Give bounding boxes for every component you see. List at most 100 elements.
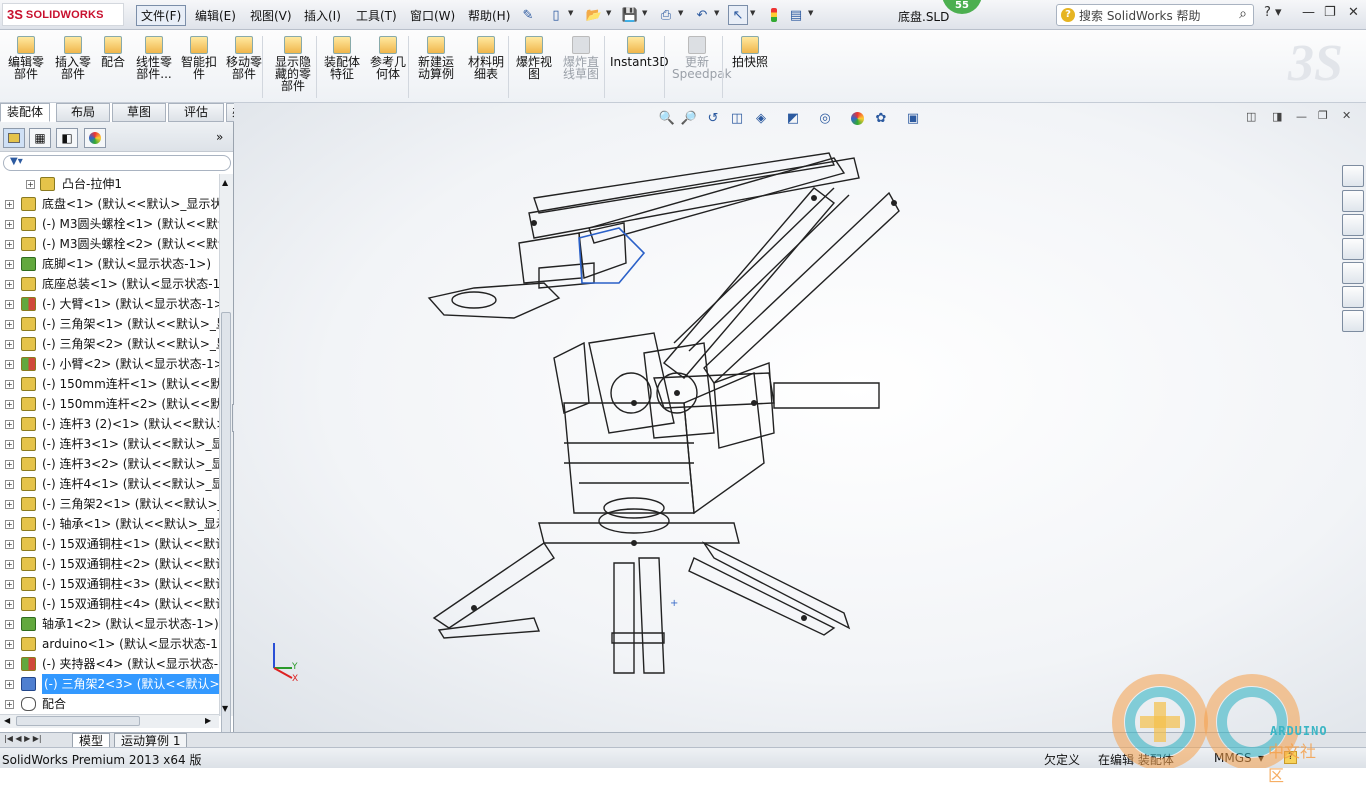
restore-icon[interactable]: ❐ (1324, 5, 1336, 20)
tree-item[interactable]: + (-) 大臂<1> (默认<显示状态-1> (0, 294, 219, 314)
expand-toggle-icon[interactable]: + (5, 420, 14, 429)
view-palette-icon[interactable] (1342, 262, 1364, 284)
tree-item[interactable]: + (-) 15双通铜柱<1> (默认<<默认 (0, 534, 219, 554)
menu-item-4[interactable]: 工具(T) (352, 6, 401, 25)
expand-toggle-icon[interactable]: + (5, 620, 14, 629)
tree-item[interactable]: + (-) 连杆3 (2)<1> (默认<<默认> (0, 414, 219, 434)
menu-item-2[interactable]: 视图(V) (246, 6, 296, 25)
ribbon-button-13[interactable]: Instant3D (610, 36, 669, 68)
open-icon[interactable]: 📂 (584, 5, 604, 25)
tree-item[interactable]: + (-) 连杆4<1> (默认<<默认>_显 (0, 474, 219, 494)
ribbon-button-2[interactable]: 配合 (98, 36, 128, 68)
menu-item-0[interactable]: 文件(F) (136, 5, 187, 26)
ribbon-button-15[interactable]: 拍快照 (730, 36, 770, 68)
expand-toggle-icon[interactable]: + (26, 180, 35, 189)
home-icon[interactable] (1342, 190, 1364, 212)
expand-toggle-icon[interactable]: + (5, 480, 14, 489)
new-document-icon[interactable]: ▯ (546, 5, 566, 25)
tree-item[interactable]: + (-) 150mm连杆<2> (默认<<默认 (0, 394, 219, 414)
design-library-icon[interactable] (1342, 214, 1364, 236)
bottom-tab-1[interactable]: 运动算例 1 (114, 733, 188, 748)
ribbon-button-1[interactable]: 插入零 部件 (52, 36, 94, 80)
expand-toggle-icon[interactable]: + (5, 580, 14, 589)
select-icon[interactable]: ↖ (728, 5, 748, 25)
expand-toggle-icon[interactable]: + (5, 640, 14, 649)
expand-toggle-icon[interactable]: + (5, 680, 14, 689)
expand-toggle-icon[interactable]: + (5, 340, 14, 349)
tab-3[interactable]: 评估 (168, 103, 224, 122)
search-input[interactable]: ? 搜索 SolidWorks 帮助 ⌕ (1056, 4, 1254, 26)
tree-item[interactable]: + (-) 连杆3<1> (默认<<默认>_显 (0, 434, 219, 454)
options-icon[interactable]: ▤ (786, 5, 806, 25)
tab-1[interactable]: 布局 (56, 103, 110, 122)
expand-toggle-icon[interactable]: + (5, 260, 14, 269)
ribbon-button-9[interactable]: 新建运 动算例 (416, 36, 456, 80)
ribbon-button-4[interactable]: 智能扣 件 (180, 36, 218, 80)
expand-toggle-icon[interactable]: + (5, 380, 14, 389)
file-explorer-icon[interactable] (1342, 238, 1364, 260)
expand-toggle-icon[interactable]: + (5, 700, 14, 709)
tree-item[interactable]: + (-) 轴承<1> (默认<<默认>_显示 (0, 514, 219, 534)
tree-item[interactable]: + 配合 (0, 694, 219, 714)
tab-scroll-first-icon[interactable]: |◀ ◀ ▶ ▶| (4, 734, 42, 743)
tree-item[interactable]: + (-) M3圆头螺栓<1> (默认<<默认 (0, 214, 219, 234)
resources-icon[interactable] (1342, 165, 1364, 187)
tree-item[interactable]: + 底脚<1> (默认<显示状态-1>) (0, 254, 219, 274)
tree-item[interactable]: + 凸台-拉伸1 (0, 174, 219, 194)
tree-item[interactable]: + (-) 三角架<2> (默认<<默认>_显 (0, 334, 219, 354)
tree-item[interactable]: + (-) 150mm连杆<1> (默认<<默认 (0, 374, 219, 394)
expand-toggle-icon[interactable]: + (5, 500, 14, 509)
expand-toggle-icon[interactable]: + (5, 460, 14, 469)
expand-toggle-icon[interactable]: + (5, 240, 14, 249)
print-icon[interactable]: ⎙ (656, 5, 676, 25)
tree-horizontal-thumb[interactable] (16, 716, 140, 726)
minimize-icon[interactable]: — (1302, 5, 1315, 20)
graphics-area[interactable]: 🔍 🔎 ↺ ◫ ◈ ◩ ◎ ✿ ▣ ◫ ◨ — ❐ ✕ + Y X (234, 103, 1366, 732)
ribbon-button-6[interactable]: 显示隐 藏的零 部件 (272, 36, 314, 92)
help-icon[interactable]: ? ▾ (1264, 5, 1282, 20)
expand-toggle-icon[interactable]: + (5, 440, 14, 449)
search-icon[interactable]: ⌕ (1239, 6, 1247, 22)
tree-item[interactable]: + 底盘<1> (默认<<默认>_显示状 (0, 194, 219, 214)
tab-2[interactable]: 草图 (112, 103, 166, 122)
tree-item[interactable]: + (-) M3圆头螺栓<2> (默认<<默认 (0, 234, 219, 254)
scroll-left-icon[interactable]: ◀ (4, 716, 10, 725)
tree-item[interactable]: + (-) 15双通铜柱<3> (默认<<默认 (0, 574, 219, 594)
tree-item[interactable]: + (-) 15双通铜柱<4> (默认<<默认 (0, 594, 219, 614)
configuration-tab-icon[interactable]: ◧ (56, 128, 78, 148)
ribbon-button-11[interactable]: 爆炸视 图 (514, 36, 554, 80)
custom-properties-icon[interactable] (1342, 310, 1364, 332)
tree-item[interactable]: + (-) 三角架2<3> (默认<<默认>_ (0, 674, 219, 694)
tree-vertical-thumb[interactable] (221, 312, 231, 762)
expand-toggle-icon[interactable]: + (5, 280, 14, 289)
appearances-icon[interactable] (1342, 286, 1364, 308)
tree-item[interactable]: + (-) 小臂<2> (默认<显示状态-1> (0, 354, 219, 374)
scroll-down-icon[interactable]: ▼ (222, 704, 228, 713)
ribbon-button-12[interactable]: 爆炸直 线草图 (560, 36, 602, 80)
tree-item[interactable]: + 底座总装<1> (默认<显示状态-1 (0, 274, 219, 294)
expand-toggle-icon[interactable]: + (5, 400, 14, 409)
scroll-right-icon[interactable]: ▶ (205, 716, 211, 725)
tree-item[interactable]: + (-) 连杆3<2> (默认<<默认>_显 (0, 454, 219, 474)
tree-item[interactable]: + (-) 15双通铜柱<2> (默认<<默认 (0, 554, 219, 574)
appearance-tab-icon[interactable] (84, 128, 106, 148)
menu-item-6[interactable]: 帮助(H) (464, 6, 514, 25)
scroll-up-icon[interactable]: ▲ (222, 178, 228, 187)
tree-item[interactable]: + (-) 夹持器<4> (默认<显示状态-1 (0, 654, 219, 674)
property-manager-tab-icon[interactable]: ▦ (29, 128, 51, 148)
expand-toggle-icon[interactable]: + (5, 540, 14, 549)
menu-item-3[interactable]: 插入(I) (300, 6, 345, 25)
pin-icon[interactable]: ✎ (518, 5, 538, 25)
expand-toggle-icon[interactable]: + (5, 200, 14, 209)
expand-toggle-icon[interactable]: + (5, 360, 14, 369)
tree-item[interactable]: + (-) 三角架2<1> (默认<<默认>_ (0, 494, 219, 514)
undo-icon[interactable]: ↶ (692, 5, 712, 25)
ribbon-button-8[interactable]: 参考几 何体 (368, 36, 408, 80)
panel-expand-icon[interactable]: » (216, 130, 223, 144)
expand-toggle-icon[interactable]: + (5, 660, 14, 669)
filter-field[interactable]: ▼▾ (3, 155, 231, 171)
ribbon-button-10[interactable]: 材料明 细表 (466, 36, 506, 80)
expand-toggle-icon[interactable]: + (5, 220, 14, 229)
tree-item[interactable]: + 轴承1<2> (默认<显示状态-1>) (0, 614, 219, 634)
ribbon-button-3[interactable]: 线性零 部件... (134, 36, 174, 80)
